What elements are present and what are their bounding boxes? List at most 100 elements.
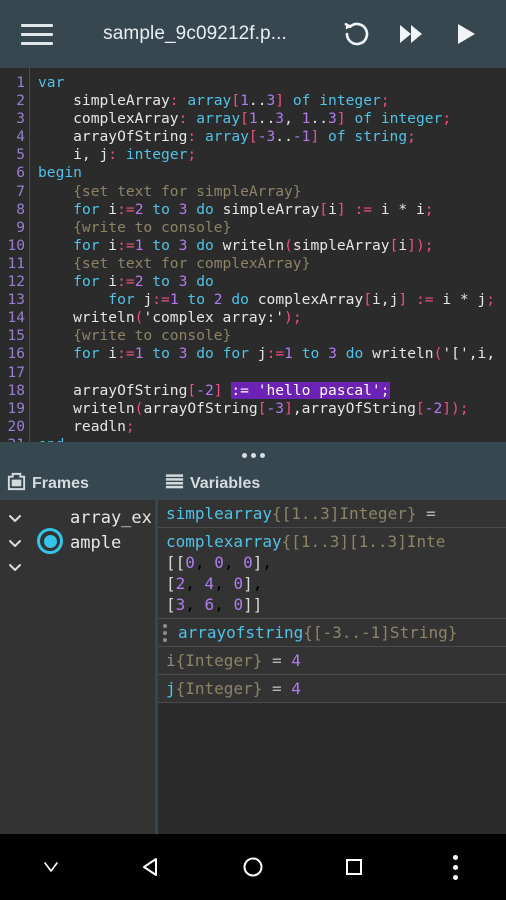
- code-line: for i:=1 to 3 do for j:=1 to 3 do writel…: [73, 345, 496, 363]
- line-number: 9: [16, 219, 25, 236]
- code-line: writeln(arrayOfString[-3],arrayOfString[…: [38, 399, 469, 417]
- variable-name: simplearray: [166, 504, 272, 523]
- line-number: 14: [7, 310, 25, 327]
- variable-row[interactable]: simplearray{[1..3]Integer} =: [158, 500, 506, 528]
- panel-splitter-handle[interactable]: [0, 442, 506, 468]
- code-line: {write to console}: [38, 218, 232, 236]
- code-line: arrayOfString: array[-3..-1] of string;: [38, 128, 416, 146]
- code-line: for j:=1 to 2 do complexArray[i,j] := i …: [108, 291, 496, 309]
- line-number: 7: [16, 183, 25, 200]
- recents-square-icon[interactable]: [304, 834, 405, 900]
- frame-radio-column: [30, 506, 70, 575]
- hide-keyboard-button[interactable]: [0, 834, 101, 900]
- code-editor[interactable]: 123456789101112131415161718192021 var si…: [0, 68, 506, 442]
- variables-list-icon: [164, 473, 185, 496]
- app-toolbar: sample_9c09212f.p...: [0, 0, 506, 68]
- code-line: var: [38, 74, 65, 91]
- code-line: arrayOfString[-2] := 'hello pascal';: [38, 381, 390, 399]
- code-line: for i:=1 to 3 do writeln(simpleArray[i])…: [73, 236, 434, 254]
- line-number: 17: [7, 364, 25, 381]
- file-title: sample_9c09212f.p...: [103, 23, 287, 44]
- kebab-menu-icon[interactable]: [163, 624, 168, 642]
- line-number: 10: [7, 237, 25, 254]
- line-number: 19: [7, 400, 25, 417]
- line-number: 13: [7, 292, 25, 309]
- code-line: complexArray: array[1..3, 1..3] of integ…: [38, 110, 452, 128]
- variable-type: {[1..3]Integer}: [271, 504, 417, 523]
- code-line: {set text for complexArray}: [38, 254, 311, 272]
- restart-icon[interactable]: [330, 7, 384, 61]
- radio-selected-icon[interactable]: [37, 528, 63, 554]
- app-root: sample_9c09212f.p... 1 2 3 4 5 6 7 8 9 10 11 12 13 14…: [0, 0, 506, 900]
- hamburger-menu-icon[interactable]: [14, 11, 60, 57]
- line-number: 18: [7, 382, 25, 399]
- code-line: for i:=2 to 3 do simpleArray[i] := i * i…: [73, 200, 434, 218]
- line-number: 20: [7, 418, 25, 435]
- code-line: simpleArray: array[1..3] of integer;: [38, 92, 390, 110]
- frame-list-item[interactable]: array_example: [0, 500, 155, 575]
- variable-value-line: [3, 6, 0]]: [166, 595, 263, 614]
- back-triangle-icon[interactable]: [101, 834, 202, 900]
- frames-panel-title: Frames: [32, 475, 89, 492]
- line-number: 3: [16, 111, 25, 128]
- line-number: 4: [16, 129, 25, 146]
- code-line: begin: [38, 164, 82, 182]
- line-number: 15: [7, 328, 25, 345]
- line-number: 1: [16, 75, 25, 91]
- debug-panels: Frames array_example Variables simplearr…: [0, 468, 506, 834]
- line-number: 12: [7, 274, 25, 291]
- variable-value-line: [[0, 0, 0],: [166, 553, 273, 572]
- frame-item-label: array_example: [70, 508, 152, 553]
- variable-row[interactable]: i{Integer} = 4: [158, 647, 506, 675]
- variable-row[interactable]: complexarray{[1..3][1..3]Inte [[0, 0, 0],…: [158, 528, 506, 619]
- frames-list[interactable]: array_example: [0, 500, 155, 834]
- line-number: 5: [16, 147, 25, 164]
- frames-panel: Frames array_example: [0, 468, 155, 834]
- home-circle-icon[interactable]: [202, 834, 303, 900]
- chevron-down-icon[interactable]: [7, 510, 23, 526]
- variable-type: {Integer}: [175, 679, 263, 698]
- frame-chevron-column: [0, 506, 30, 575]
- variable-equals: =: [262, 651, 292, 670]
- code-line: i, j: integer;: [38, 146, 197, 164]
- step-over-icon[interactable]: [384, 7, 438, 61]
- variable-type: {[-3..-1]String}: [303, 623, 458, 642]
- chevron-down-icon[interactable]: [7, 559, 23, 575]
- code-line: {set text for simpleArray}: [38, 182, 302, 200]
- variable-row[interactable]: arrayofstring{[-3..-1]String}: [158, 619, 506, 647]
- line-number: 2: [16, 93, 25, 110]
- variables-panel: Variables simplearray{[1..3]Integer} = c…: [155, 468, 506, 834]
- frames-panel-header: Frames: [0, 468, 155, 500]
- chevron-down-icon[interactable]: [7, 535, 23, 551]
- variables-panel-header: Variables: [158, 468, 506, 500]
- variables-panel-title: Variables: [190, 475, 261, 492]
- variable-row[interactable]: j{Integer} = 4: [158, 675, 506, 703]
- line-number: 6: [16, 165, 25, 182]
- line-number: 11: [7, 255, 25, 272]
- line-number: 8: [16, 201, 25, 218]
- variable-name: complexarray: [166, 532, 282, 551]
- line-number: 21: [0, 436, 25, 442]
- selected-text: := 'hello pascal';: [231, 381, 390, 399]
- variable-type: {Integer}: [175, 651, 263, 670]
- code-line: {write to console}: [38, 327, 232, 345]
- code-line: writeln('complex array:');: [38, 309, 302, 327]
- variable-type: {[1..3][1..3]Inte: [281, 532, 446, 551]
- variable-equals: =: [416, 504, 446, 523]
- variable-name: j: [166, 679, 176, 698]
- variables-list[interactable]: simplearray{[1..3]Integer} = complexarra…: [158, 500, 506, 834]
- code-line: for i:=2 to 3 do: [73, 273, 214, 291]
- overflow-dots-icon[interactable]: [405, 834, 506, 900]
- run-play-icon[interactable]: [438, 7, 492, 61]
- code-line: readln;: [38, 417, 135, 435]
- android-navigation-bar: [0, 834, 506, 900]
- line-number-gutter: 123456789101112131415161718192021: [0, 68, 30, 442]
- variable-value: 4: [291, 679, 301, 698]
- variable-name: arrayofstring: [178, 623, 304, 642]
- frames-panel-icon: [6, 471, 27, 497]
- variable-value-line: [2, 4, 0],: [166, 574, 263, 593]
- variable-value: 4: [291, 651, 301, 670]
- code-text-area[interactable]: var simpleArray: array[1..3] of integer;…: [30, 68, 506, 442]
- variable-equals: =: [262, 679, 292, 698]
